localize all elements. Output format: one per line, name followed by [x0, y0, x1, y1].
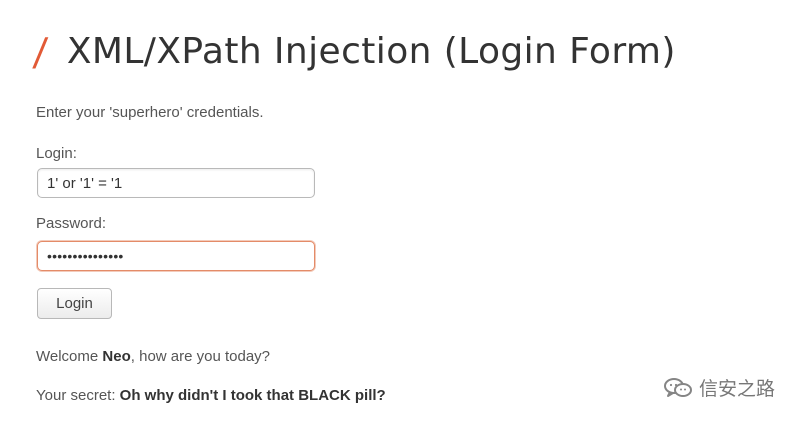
login-input[interactable] — [37, 168, 315, 198]
page: / XML/XPath Injection (Login Form) Enter… — [0, 0, 790, 422]
title-text: XML/XPath Injection (Login Form) — [66, 31, 676, 72]
login-button[interactable]: Login — [37, 288, 112, 319]
welcome-username: Neo — [102, 348, 131, 365]
secret-prefix: Your secret: — [36, 387, 120, 404]
welcome-message: Welcome Neo, how are you today? — [36, 348, 270, 365]
password-label: Password: — [36, 215, 107, 232]
page-title: / XML/XPath Injection (Login Form) — [31, 22, 676, 82]
wechat-icon — [663, 376, 694, 400]
watermark-text: 信安之路 — [698, 378, 775, 400]
watermark: 信安之路 — [663, 374, 775, 401]
title-slash: / — [31, 30, 50, 74]
welcome-suffix: , how are you today? — [130, 348, 271, 365]
login-label: Login: — [36, 145, 77, 162]
secret-value: Oh why didn't I took that BLACK pill? — [119, 387, 386, 404]
welcome-prefix: Welcome — [36, 348, 103, 365]
instructions-text: Enter your 'superhero' credentials. — [36, 104, 264, 121]
secret-message: Your secret: Oh why didn't I took that B… — [36, 387, 386, 404]
password-input[interactable] — [37, 241, 315, 271]
